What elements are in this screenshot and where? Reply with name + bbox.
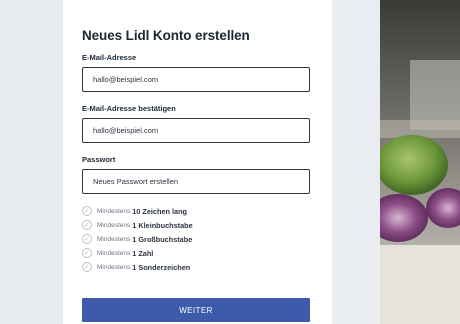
vegetables-photo — [380, 0, 460, 324]
check-circle-icon: ✓ — [82, 220, 92, 230]
email-confirm-field-group: E-Mail-Adresse bestätigen hallo@beispiel… — [82, 104, 313, 143]
requirement-prefix: Mindestens — [97, 263, 131, 271]
check-circle-icon: ✓ — [82, 248, 92, 258]
email-confirm-input[interactable]: hallo@beispiel.com — [82, 118, 310, 143]
requirement-text: 1 Kleinbuchstabe — [132, 220, 193, 230]
requirement-prefix: Mindestens — [97, 235, 131, 243]
requirement-text: 1 Zahl — [132, 248, 154, 258]
requirement-prefix: Mindestens — [97, 207, 131, 215]
requirement-text: 1 Sonderzeichen — [132, 262, 191, 272]
password-input[interactable]: Neues Passwort erstellen — [82, 169, 310, 194]
password-field-group: Passwort Neues Passwort erstellen — [82, 155, 313, 194]
check-circle-icon: ✓ — [82, 262, 92, 272]
requirement-item: ✓ Mindestens 1 Sonderzeichen — [82, 260, 313, 274]
check-circle-icon: ✓ — [82, 234, 92, 244]
password-requirements: ✓ Mindestens 10 Zeichen lang ✓ Mindesten… — [82, 204, 313, 274]
requirement-item: ✓ Mindestens 10 Zeichen lang — [82, 204, 313, 218]
requirement-text: 10 Zeichen lang — [132, 206, 187, 216]
left-background — [0, 0, 63, 324]
vegetables-photo-graphic — [380, 0, 460, 324]
requirement-prefix: Mindestens — [97, 249, 131, 257]
email-field-group: E-Mail-Adresse hallo@beispiel.com — [82, 53, 313, 92]
requirement-item: ✓ Mindestens 1 Zahl — [82, 246, 313, 260]
requirement-text: 1 Großbuchstabe — [132, 234, 193, 244]
check-circle-icon: ✓ — [82, 206, 92, 216]
requirement-item: ✓ Mindestens 1 Großbuchstabe — [82, 232, 313, 246]
gap-background — [332, 0, 380, 324]
page-title: Neues Lidl Konto erstellen — [82, 28, 250, 43]
requirement-prefix: Mindestens — [97, 221, 131, 229]
submit-button[interactable]: WEITER — [82, 298, 310, 322]
requirement-item: ✓ Mindestens 1 Kleinbuchstabe — [82, 218, 313, 232]
password-label: Passwort — [82, 155, 116, 164]
signup-panel: Neues Lidl Konto erstellen E-Mail-Adress… — [63, 0, 332, 324]
email-input[interactable]: hallo@beispiel.com — [82, 67, 310, 92]
email-label: E-Mail-Adresse — [82, 53, 137, 62]
email-confirm-label: E-Mail-Adresse bestätigen — [82, 104, 176, 113]
